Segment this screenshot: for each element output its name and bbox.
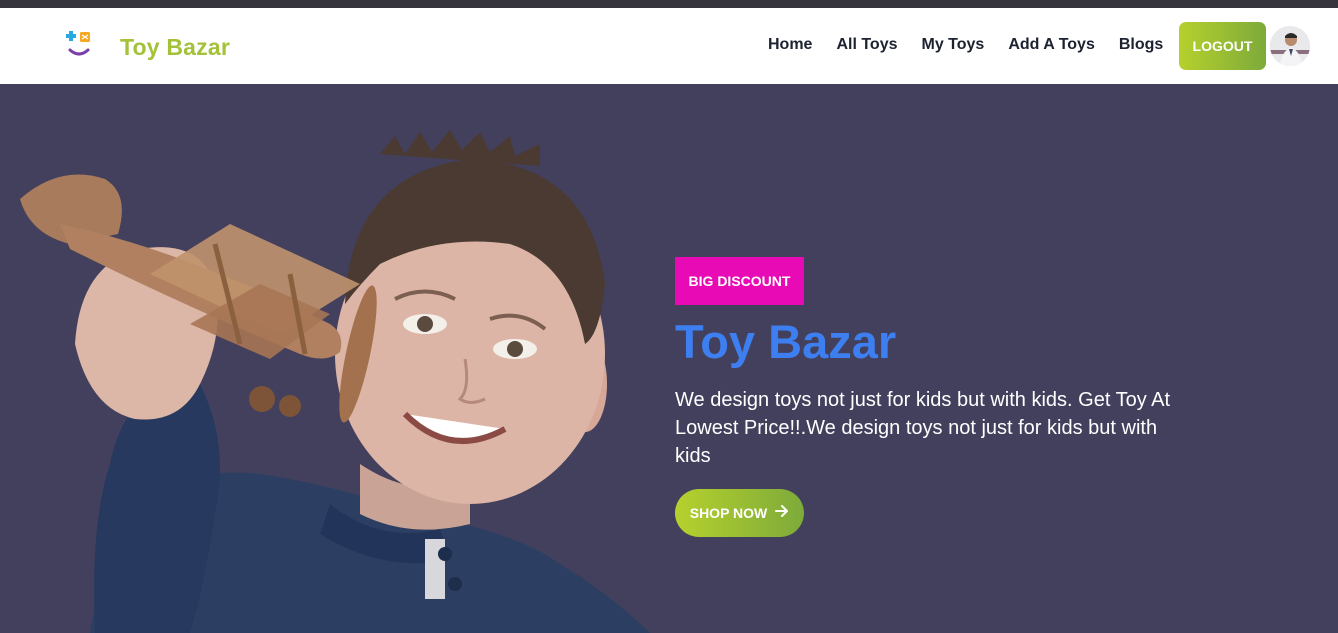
shop-now-button[interactable]: SHOP NOW	[675, 489, 804, 537]
nav-blogs[interactable]: Blogs	[1119, 36, 1163, 54]
brand[interactable]: Toy Bazar	[62, 30, 230, 64]
nav-my-toys[interactable]: My Toys	[922, 36, 985, 54]
logout-button[interactable]: LOGOUT	[1179, 22, 1266, 70]
top-strip	[0, 0, 1338, 8]
brand-name: Toy Bazar	[120, 33, 231, 60]
arrow-right-icon	[775, 504, 789, 523]
hero-section: BIG DISCOUNT Toy Bazar We design toys no…	[0, 84, 1338, 633]
boy-with-toy-airplane-icon	[0, 84, 680, 633]
puzzle-smile-logo-icon	[62, 30, 96, 64]
nav-links: Home All Toys My Toys Add A Toys Blogs	[768, 36, 1187, 54]
nav-all-toys[interactable]: All Toys	[836, 36, 897, 54]
discount-badge: BIG DISCOUNT	[675, 257, 804, 305]
nav-home[interactable]: Home	[768, 36, 812, 54]
hero-title: Toy Bazar	[675, 315, 897, 368]
hero-description: We design toys not just for kids but wit…	[675, 389, 1171, 467]
navbar: Toy Bazar Home All Toys My Toys Add A To…	[0, 8, 1338, 84]
user-avatar-icon[interactable]	[1270, 26, 1310, 66]
nav-add-a-toys[interactable]: Add A Toys	[1008, 36, 1095, 54]
shop-now-label: SHOP NOW	[689, 505, 768, 521]
